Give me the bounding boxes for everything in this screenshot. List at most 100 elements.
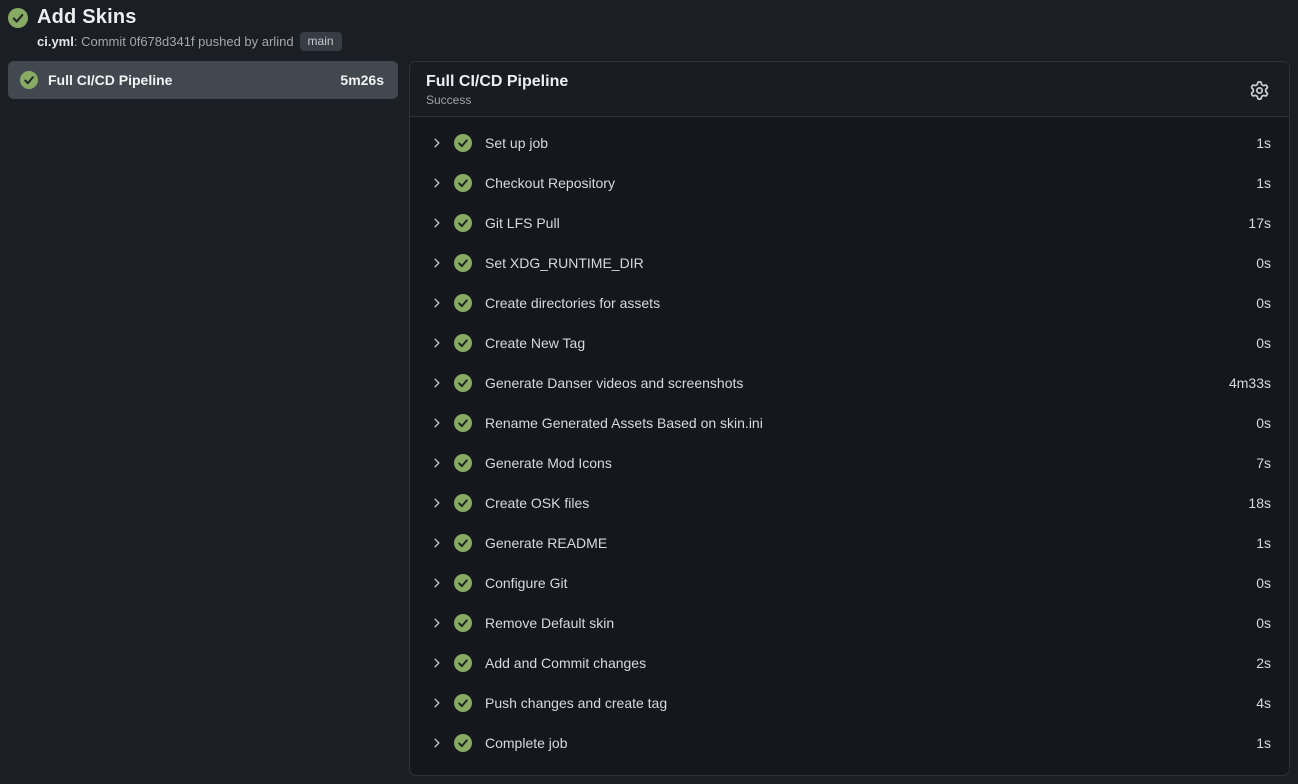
step-success-check-circle-icon	[454, 294, 472, 312]
step-duration: 4m33s	[1229, 375, 1271, 391]
step-success-check-circle-icon	[454, 454, 472, 472]
job-duration: 5m26s	[340, 72, 384, 88]
step-duration: 1s	[1256, 735, 1271, 751]
chevron-right-icon[interactable]	[431, 177, 443, 189]
step-success-check-circle-icon	[454, 614, 472, 632]
job-panel-header: Full CI/CD Pipeline Success	[410, 62, 1289, 117]
step-name: Git LFS Pull	[485, 215, 1248, 231]
job-panel-title: Full CI/CD Pipeline	[426, 73, 1246, 91]
step-success-check-circle-icon	[454, 694, 472, 712]
chevron-right-icon[interactable]	[431, 697, 443, 709]
chevron-right-icon[interactable]	[431, 337, 443, 349]
step-row[interactable]: Checkout Repository 1s	[410, 163, 1289, 203]
run-subtitle: ci.yml: Commit 0f678d341f pushed by arli…	[37, 32, 1288, 51]
step-success-check-circle-icon	[454, 214, 472, 232]
step-name: Create OSK files	[485, 495, 1248, 511]
run-success-check-circle-icon	[8, 8, 28, 28]
steps-list: Set up job 1s Checkout Repository 1s Git…	[410, 117, 1289, 775]
step-row[interactable]: Set XDG_RUNTIME_DIR 0s	[410, 243, 1289, 283]
step-success-check-circle-icon	[454, 734, 472, 752]
gear-icon	[1250, 81, 1269, 100]
step-row[interactable]: Configure Git 0s	[410, 563, 1289, 603]
step-row[interactable]: Push changes and create tag 4s	[410, 683, 1289, 723]
run-content: Full CI/CD Pipeline 5m26s Full CI/CD Pip…	[0, 59, 1298, 784]
step-name: Remove Default skin	[485, 615, 1256, 631]
step-name: Generate Danser videos and screenshots	[485, 375, 1229, 391]
chevron-right-icon[interactable]	[431, 657, 443, 669]
job-item-full-ci-cd-pipeline[interactable]: Full CI/CD Pipeline 5m26s	[8, 61, 398, 99]
jobs-sidebar: Full CI/CD Pipeline 5m26s	[8, 61, 398, 776]
workflow-file-name: ci.yml	[37, 34, 74, 49]
job-success-check-circle-icon	[20, 71, 38, 89]
step-name: Create directories for assets	[485, 295, 1256, 311]
step-name: Generate README	[485, 535, 1256, 551]
step-success-check-circle-icon	[454, 374, 472, 392]
run-title: Add Skins	[37, 6, 137, 29]
step-name: Configure Git	[485, 575, 1256, 591]
job-settings-button[interactable]	[1246, 77, 1273, 104]
step-row[interactable]: Add and Commit changes 2s	[410, 643, 1289, 683]
chevron-right-icon[interactable]	[431, 737, 443, 749]
step-row[interactable]: Generate README 1s	[410, 523, 1289, 563]
chevron-right-icon[interactable]	[431, 537, 443, 549]
step-duration: 0s	[1256, 295, 1271, 311]
step-success-check-circle-icon	[454, 334, 472, 352]
step-duration: 7s	[1256, 455, 1271, 471]
step-row[interactable]: Complete job 1s	[410, 723, 1289, 763]
chevron-right-icon[interactable]	[431, 137, 443, 149]
step-duration: 18s	[1248, 495, 1271, 511]
step-name: Complete job	[485, 735, 1256, 751]
step-name: Generate Mod Icons	[485, 455, 1256, 471]
step-name: Create New Tag	[485, 335, 1256, 351]
step-duration: 17s	[1248, 215, 1271, 231]
chevron-right-icon[interactable]	[431, 377, 443, 389]
step-row[interactable]: Create directories for assets 0s	[410, 283, 1289, 323]
chevron-right-icon[interactable]	[431, 417, 443, 429]
step-duration: 2s	[1256, 655, 1271, 671]
job-name: Full CI/CD Pipeline	[48, 72, 330, 88]
step-success-check-circle-icon	[454, 254, 472, 272]
step-success-check-circle-icon	[454, 654, 472, 672]
job-detail-panel: Full CI/CD Pipeline Success Set up job 1…	[409, 61, 1290, 776]
step-name: Set XDG_RUNTIME_DIR	[485, 255, 1256, 271]
step-name: Add and Commit changes	[485, 655, 1256, 671]
step-success-check-circle-icon	[454, 534, 472, 552]
step-name: Set up job	[485, 135, 1256, 151]
chevron-right-icon[interactable]	[431, 257, 443, 269]
step-success-check-circle-icon	[454, 494, 472, 512]
step-row[interactable]: Create OSK files 18s	[410, 483, 1289, 523]
chevron-right-icon[interactable]	[431, 457, 443, 469]
commit-summary: ci.yml: Commit 0f678d341f pushed by arli…	[37, 34, 294, 49]
chevron-right-icon[interactable]	[431, 217, 443, 229]
step-duration: 1s	[1256, 135, 1271, 151]
step-row[interactable]: Remove Default skin 0s	[410, 603, 1289, 643]
step-duration: 1s	[1256, 535, 1271, 551]
step-row[interactable]: Git LFS Pull 17s	[410, 203, 1289, 243]
step-duration: 0s	[1256, 575, 1271, 591]
step-success-check-circle-icon	[454, 134, 472, 152]
step-row[interactable]: Generate Danser videos and screenshots 4…	[410, 363, 1289, 403]
step-row[interactable]: Generate Mod Icons 7s	[410, 443, 1289, 483]
step-duration: 1s	[1256, 175, 1271, 191]
chevron-right-icon[interactable]	[431, 577, 443, 589]
branch-badge[interactable]: main	[300, 32, 342, 51]
step-duration: 0s	[1256, 615, 1271, 631]
step-name: Checkout Repository	[485, 175, 1256, 191]
chevron-right-icon[interactable]	[431, 297, 443, 309]
chevron-right-icon[interactable]	[431, 617, 443, 629]
step-success-check-circle-icon	[454, 414, 472, 432]
step-duration: 0s	[1256, 255, 1271, 271]
step-duration: 0s	[1256, 335, 1271, 351]
step-row[interactable]: Set up job 1s	[410, 123, 1289, 163]
job-panel-status: Success	[426, 93, 1246, 107]
step-duration: 4s	[1256, 695, 1271, 711]
step-name: Rename Generated Assets Based on skin.in…	[485, 415, 1256, 431]
step-row[interactable]: Rename Generated Assets Based on skin.in…	[410, 403, 1289, 443]
step-row[interactable]: Create New Tag 0s	[410, 323, 1289, 363]
chevron-right-icon[interactable]	[431, 497, 443, 509]
step-duration: 0s	[1256, 415, 1271, 431]
step-success-check-circle-icon	[454, 574, 472, 592]
step-name: Push changes and create tag	[485, 695, 1256, 711]
step-success-check-circle-icon	[454, 174, 472, 192]
commit-text: : Commit 0f678d341f pushed by arlind	[74, 34, 294, 49]
